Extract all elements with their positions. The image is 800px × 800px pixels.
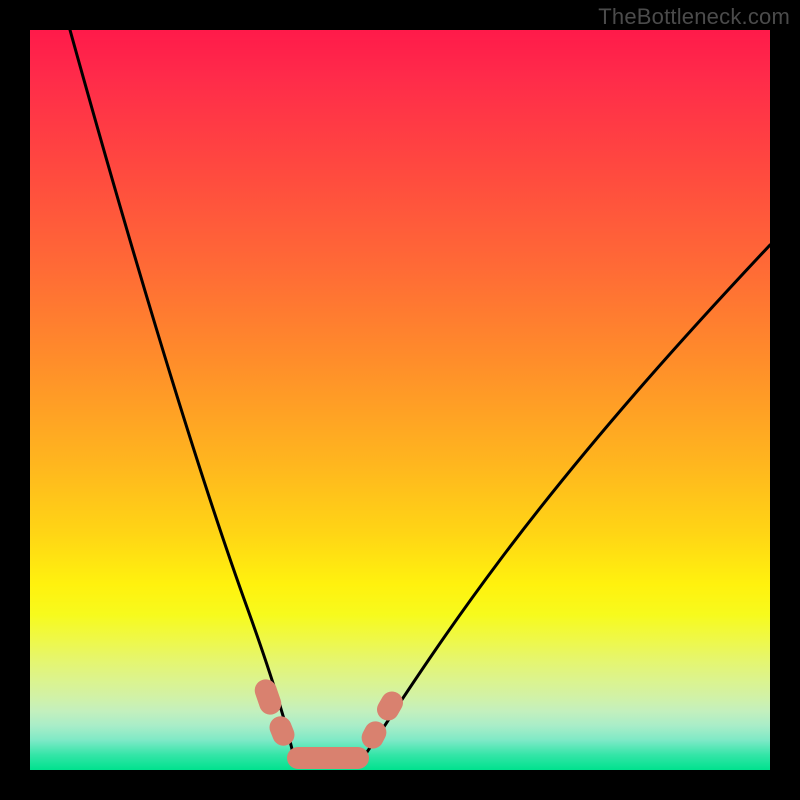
right-upper-cap	[373, 688, 407, 725]
left-upper-cap	[252, 676, 285, 717]
marker-layer	[30, 30, 770, 770]
watermark-text: TheBottleneck.com	[598, 4, 790, 30]
chart-frame: TheBottleneck.com	[0, 0, 800, 800]
left-lower-cap	[266, 713, 298, 749]
valley-bar	[287, 747, 369, 769]
plot-area	[30, 30, 770, 770]
